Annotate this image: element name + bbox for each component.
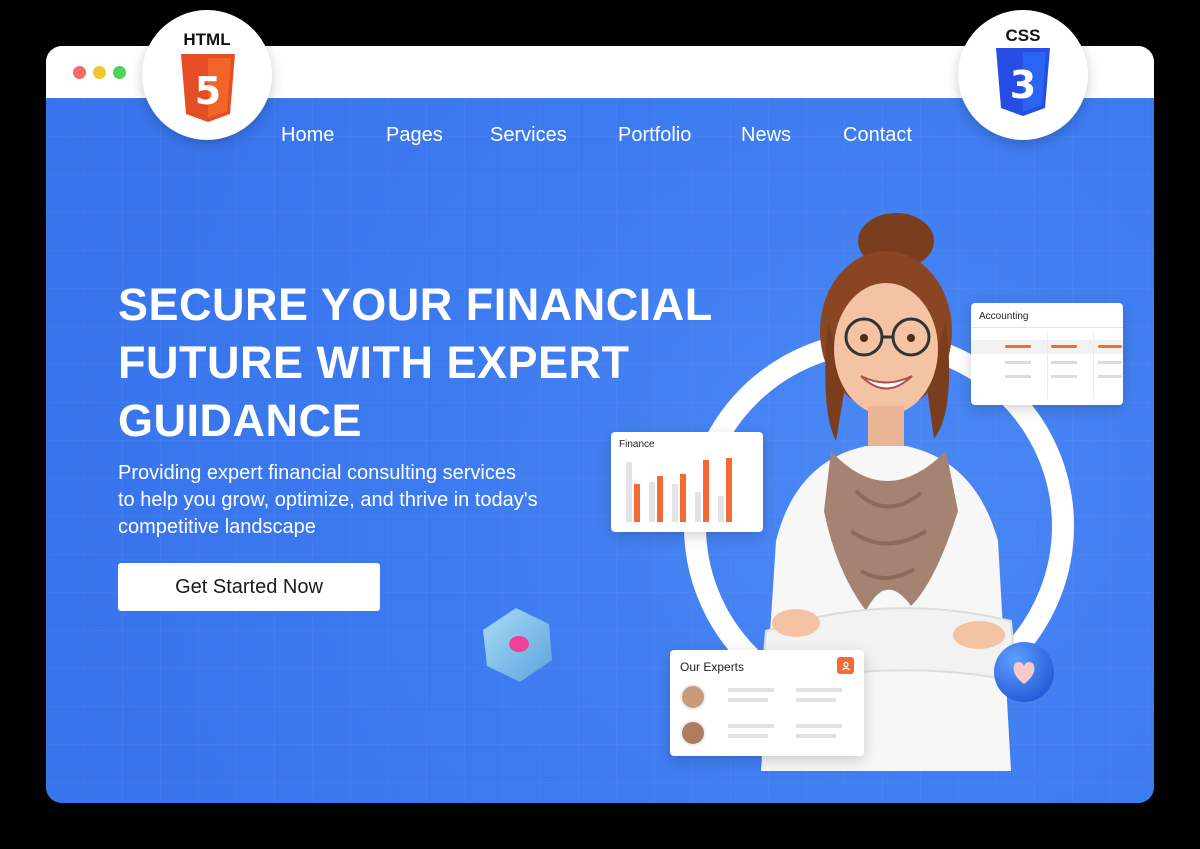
get-started-button[interactable]: Get Started Now — [118, 563, 380, 611]
experts-card: Our Experts — [670, 650, 864, 756]
css-badge: CSS 3 — [958, 10, 1088, 140]
hero-headline: SECURE YOUR FINANCIAL FUTURE WITH EXPERT… — [118, 276, 738, 450]
nav-item-pages[interactable]: Pages — [386, 124, 443, 147]
placeholder-line — [796, 734, 836, 738]
nav-item-contact[interactable]: Contact — [843, 124, 912, 147]
finance-bar — [672, 484, 678, 522]
avatar — [680, 720, 706, 746]
nav-item-portfolio[interactable]: Portfolio — [618, 124, 691, 147]
html-badge: HTML 5 — [142, 10, 272, 140]
placeholder-line — [796, 698, 836, 702]
css-badge-label: CSS — [1005, 26, 1041, 45]
avatar — [680, 684, 706, 710]
accounting-bar — [1005, 375, 1031, 378]
accounting-bar — [1051, 361, 1077, 364]
placeholder-line — [728, 688, 774, 692]
headline-line: SECURE YOUR FINANCIAL — [118, 279, 713, 330]
nav-item-services[interactable]: Services — [490, 124, 567, 147]
accounting-bar — [1005, 345, 1031, 348]
column-divider — [1093, 333, 1094, 399]
finance-card-title: Finance — [619, 439, 655, 450]
finance-bar — [680, 474, 686, 522]
maximize-window-button[interactable] — [113, 66, 126, 79]
accounting-bar — [1005, 361, 1031, 364]
finance-bar — [703, 460, 709, 522]
accounting-card: Accounting — [971, 303, 1123, 405]
close-window-button[interactable] — [73, 66, 86, 79]
html5-shield-text: 5 — [195, 69, 221, 113]
accounting-bar — [1051, 345, 1077, 348]
accounting-bar — [1098, 375, 1122, 378]
finance-bar — [626, 462, 632, 522]
placeholder-line — [728, 734, 768, 738]
placeholder-line — [796, 724, 842, 728]
finance-bar — [634, 484, 640, 522]
subtext-line: competitive landscape — [118, 516, 316, 538]
user-icon[interactable] — [837, 657, 854, 674]
finance-bar — [718, 496, 724, 522]
css3-shield-text: 3 — [1010, 63, 1036, 107]
experts-card-title: Our Experts — [680, 660, 745, 674]
finance-card: Finance — [611, 432, 763, 532]
finance-bar — [657, 476, 663, 522]
minimize-window-button[interactable] — [93, 66, 106, 79]
column-divider — [1047, 333, 1048, 399]
finance-bar — [726, 458, 732, 522]
html-badge-label: HTML — [183, 30, 231, 49]
finance-bar — [695, 492, 701, 522]
placeholder-line — [796, 688, 842, 692]
nav-item-home[interactable]: Home — [281, 124, 334, 147]
html5-logo-icon: 5 — [181, 54, 235, 122]
placeholder-line — [728, 698, 768, 702]
accounting-bar — [1098, 361, 1122, 364]
card-divider — [971, 327, 1123, 328]
heart-icon — [994, 642, 1054, 702]
nav-item-news[interactable]: News — [741, 124, 791, 147]
accounting-card-title: Accounting — [979, 311, 1029, 322]
subtext-line: to help you grow, optimize, and thrive i… — [118, 489, 538, 511]
hero-subtext: Providing expert financial consulting se… — [118, 460, 588, 541]
headline-line: FUTURE WITH EXPERT — [118, 337, 630, 388]
accounting-bar — [1051, 375, 1077, 378]
accounting-bar — [1098, 345, 1122, 348]
subtext-line: Providing expert financial consulting se… — [118, 462, 516, 484]
css3-logo-icon: 3 — [996, 48, 1050, 116]
hexagon-decoration-icon — [483, 608, 552, 682]
browser-window: Home Pages Services Portfolio News Conta… — [46, 46, 1154, 803]
placeholder-line — [728, 724, 774, 728]
finance-bar — [649, 482, 655, 522]
